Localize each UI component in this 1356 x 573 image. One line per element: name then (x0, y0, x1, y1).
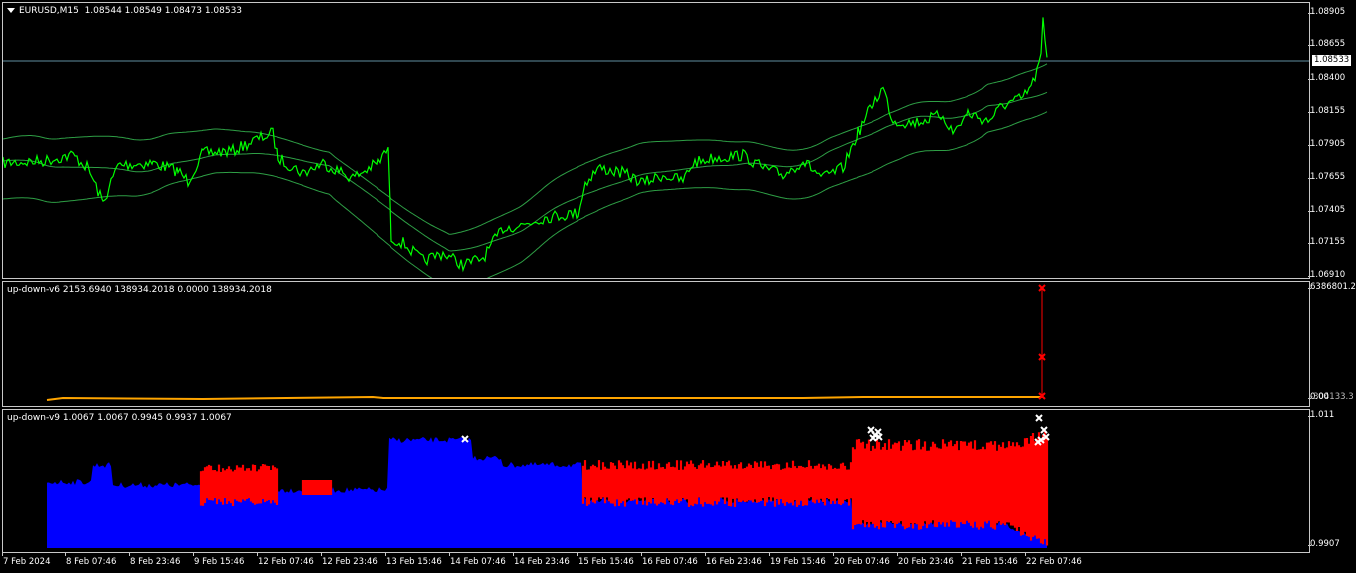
time-axis[interactable]: 7 Feb 2024 8 Feb 07:46 8 Feb 23:46 9 Feb… (0, 553, 1310, 573)
indicator-v9-tick: 1.011 (1307, 410, 1335, 420)
time-label: 13 Feb 15:46 (385, 553, 442, 567)
chart-header: EURUSD,M15 1.08544 1.08549 1.08473 1.085… (7, 6, 242, 16)
indicator-pane-up-down-v6[interactable]: up-down-v6 2153.6940 138934.2018 0.0000 … (2, 281, 1310, 407)
symbol-menu-icon[interactable] (7, 8, 15, 13)
indicator-v9-canvas[interactable] (3, 410, 1309, 552)
indicator-v6-line (46, 395, 1043, 401)
price-tick: 1.07905 (1307, 139, 1346, 149)
time-label: 22 Feb 07:46 (1025, 553, 1082, 567)
time-label: 7 Feb 2024 (2, 553, 51, 567)
time-label: 8 Feb 07:46 (64, 553, 117, 567)
price-tick: 1.08400 (1307, 73, 1346, 83)
price-chart-pane[interactable]: EURUSD,M15 1.08544 1.08549 1.08473 1.085… (2, 2, 1310, 279)
time-label: 21 Feb 15:46 (961, 553, 1018, 567)
price-tick: 1.08655 (1307, 39, 1346, 49)
upper-band-line (3, 63, 1048, 235)
price-chart-canvas[interactable] (3, 3, 1309, 278)
time-label: 16 Feb 07:46 (641, 553, 698, 567)
indicator-v6-axis[interactable]: 6386801.2 -304133.3 0.00 (1308, 281, 1356, 407)
price-tick: 1.08155 (1307, 106, 1346, 116)
symbol-label: EURUSD,M15 (19, 6, 79, 16)
indicator-v6-title: up-down-v6 2153.6940 138934.2018 0.0000 … (7, 285, 272, 295)
price-tick: 1.07405 (1307, 205, 1346, 215)
time-label: 20 Feb 23:46 (897, 553, 954, 567)
price-tick: 1.06910 (1307, 270, 1346, 280)
time-label: 14 Feb 23:46 (513, 553, 570, 567)
indicator-v6-canvas[interactable] (3, 282, 1309, 406)
indicator-v6-tick: 6386801.2 (1308, 282, 1356, 292)
indicator-v9-marker (1035, 414, 1043, 422)
time-label: 14 Feb 07:46 (449, 553, 506, 567)
time-label: 12 Feb 23:46 (321, 553, 378, 567)
indicator-v6-tick: 0.00 (1308, 392, 1329, 402)
time-label: 8 Feb 23:46 (128, 553, 181, 567)
current-price-tag: 1.08533 (1312, 55, 1352, 66)
price-tick: 1.07155 (1307, 237, 1346, 247)
time-label: 9 Feb 15:46 (192, 553, 245, 567)
price-line (3, 17, 1048, 273)
ohlc-values: 1.08544 1.08549 1.08473 1.08533 (84, 6, 243, 16)
indicator-v9-tick: 0.9907 (1308, 539, 1340, 549)
indicator-v9-axis[interactable]: 1.011 0.9907 (1307, 409, 1356, 553)
price-tick: 1.08905 (1307, 7, 1346, 17)
price-tick: 1.07655 (1307, 172, 1346, 182)
time-label: 12 Feb 07:46 (257, 553, 314, 567)
time-label: 20 Feb 07:46 (833, 553, 890, 567)
time-label: 16 Feb 23:46 (705, 553, 762, 567)
time-label: 19 Feb 15:46 (769, 553, 826, 567)
indicator-pane-up-down-v9[interactable]: up-down-v9 1.0067 1.0067 0.9945 0.9937 1… (2, 409, 1310, 553)
time-label: 15 Feb 15:46 (577, 553, 634, 567)
price-axis[interactable]: 1.08905 1.08655 1.08533 1.08400 1.08155 … (1307, 2, 1356, 280)
indicator-v9-title: up-down-v9 1.0067 1.0067 0.9945 0.9937 1… (7, 413, 232, 423)
